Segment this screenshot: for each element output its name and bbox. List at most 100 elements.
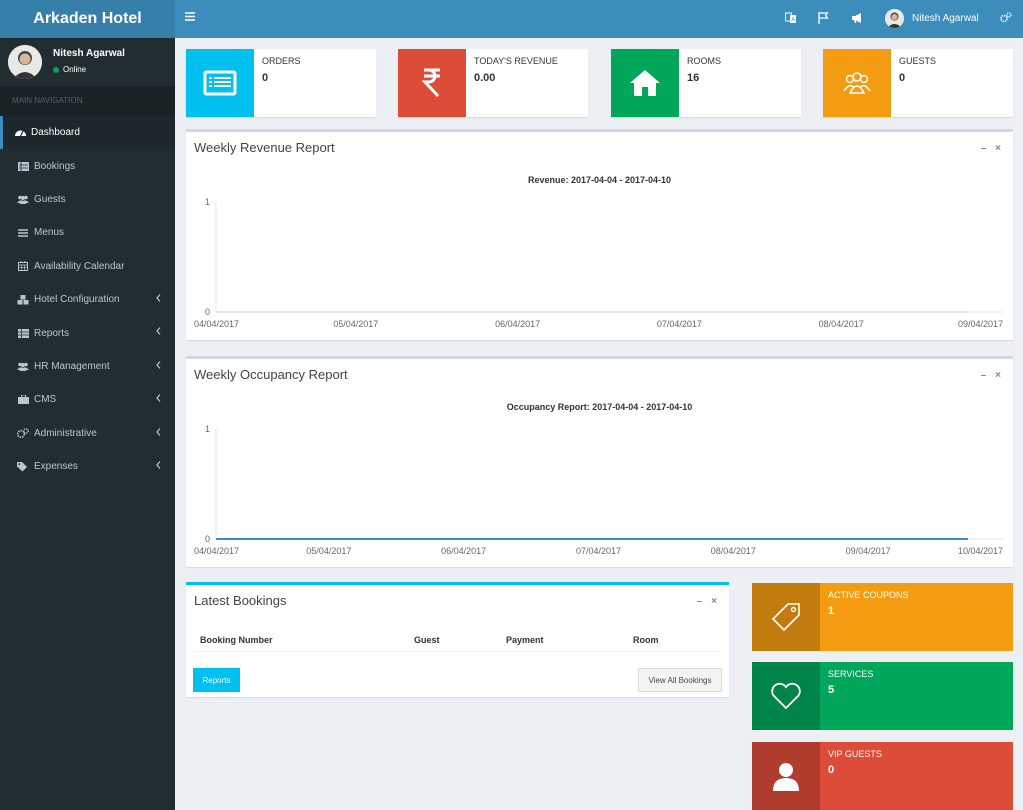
x-tick-label: 08/04/2017 — [819, 319, 864, 329]
group-icon — [823, 49, 891, 117]
sidebar-item-menus[interactable]: Menus — [0, 216, 175, 249]
services-label: SERVICES — [828, 669, 874, 679]
chevron-left-icon — [156, 427, 161, 439]
column-header-room[interactable]: Room — [633, 635, 659, 645]
view-all-bookings-button[interactable]: View All Bookings — [638, 668, 722, 692]
latest-bookings-box: Latest Bookings – × Booking Number Guest… — [186, 582, 729, 697]
sidebar: Arkaden Hotel Nitesh Agarwal Online MAIN… — [0, 0, 175, 810]
list-icon — [17, 160, 29, 172]
sidebar-item-label: Availability Calendar — [34, 260, 125, 272]
revenue-report-box: Weekly Revenue Report – × Revenue: 2017-… — [186, 129, 1013, 340]
sidebar-item-label: Administrative — [34, 427, 97, 439]
online-dot-icon — [53, 66, 59, 73]
services-value: 5 — [828, 684, 835, 696]
user-panel: Nitesh Agarwal Online — [0, 38, 175, 86]
active-coupons-value: 1 — [828, 605, 835, 617]
revenue-info-box[interactable]: TODAY'S REVENUE 0.00 — [398, 49, 588, 117]
x-tick-label: 07/04/2017 — [576, 546, 621, 556]
guests-label: GUESTS — [899, 56, 937, 66]
revenue-value: 0.00 — [474, 72, 496, 84]
guests-value: 0 — [899, 72, 906, 84]
guests-info-box[interactable]: GUESTS 0 — [823, 49, 1013, 117]
bars-icon — [17, 227, 29, 239]
revenue-label: TODAY'S REVENUE — [474, 56, 558, 66]
gears-icon[interactable] — [1000, 12, 1012, 26]
close-icon[interactable]: × — [711, 596, 717, 607]
dashboard-icon — [14, 127, 26, 139]
users-icon — [17, 360, 29, 372]
topbar-user-name: Nitesh Agarwal — [912, 13, 979, 24]
y-tick-label: 1 — [205, 424, 210, 434]
user-icon — [752, 742, 820, 810]
column-header-payment[interactable]: Payment — [506, 635, 544, 645]
user-avatar — [8, 45, 42, 79]
topbar-avatar — [885, 9, 904, 28]
rupee-icon — [398, 49, 466, 117]
revenue-line-chart: 0 1 04/04/2017 05/04/2017 06/04/2017 07/04/20… — [194, 197, 1003, 329]
user-status: Online — [53, 65, 175, 74]
x-tick-label: 05/04/2017 — [306, 546, 351, 556]
sidebar-item-label: Bookings — [34, 160, 76, 172]
column-header-booking-number[interactable]: Booking Number — [200, 635, 273, 645]
y-tick-label: 0 — [205, 534, 210, 544]
x-tick-label: 09/04/2017 — [958, 319, 1003, 329]
sidebar-item-administrative[interactable]: Administrative — [0, 417, 175, 450]
sidebar-item-reports[interactable]: Reports — [0, 316, 175, 349]
reports-button[interactable]: Reports — [193, 668, 240, 692]
flag-icon[interactable] — [818, 12, 830, 27]
topbar-user-menu[interactable]: Nitesh Agarwal — [885, 9, 979, 28]
orders-label: ORDERS — [262, 56, 301, 66]
bullhorn-icon[interactable] — [851, 12, 864, 27]
orders-icon — [186, 49, 254, 117]
sidebar-item-label: CMS — [34, 394, 57, 406]
sidebar-item-label: Hotel Configuration — [34, 294, 120, 306]
box-title: Latest Bookings — [194, 593, 287, 608]
sidebar-item-availability-calendar[interactable]: Availability Calendar — [0, 250, 175, 283]
tags-icon — [17, 461, 29, 473]
heart-icon — [752, 662, 820, 730]
sidebar-item-guests[interactable]: Guests — [0, 183, 175, 216]
sidebar-item-dashboard[interactable]: Dashboard — [0, 116, 175, 150]
sidebar-item-label: Expenses — [34, 461, 78, 473]
rooms-value: 16 — [687, 72, 700, 84]
rooms-info-box[interactable]: ROOMS 16 — [611, 49, 801, 117]
collapse-icon[interactable]: – — [697, 596, 703, 607]
orders-info-box[interactable]: ORDERS 0 — [186, 49, 376, 117]
cogs-icon — [17, 427, 29, 439]
services-box[interactable]: SERVICES 5 — [752, 662, 1013, 730]
chevron-left-icon — [156, 327, 161, 338]
x-tick-label: 04/04/2017 — [194, 546, 239, 556]
hamburger-menu-icon[interactable] — [185, 12, 197, 24]
home-icon — [611, 49, 679, 117]
chevron-left-icon — [156, 294, 161, 305]
chevron-left-icon — [156, 394, 161, 405]
sidebar-item-expenses[interactable]: Expenses — [0, 450, 175, 483]
x-tick-label: 04/04/2017 — [194, 319, 239, 329]
x-tick-label: 07/04/2017 — [657, 319, 702, 329]
rooms-label: ROOMS — [687, 56, 722, 66]
sidebar-item-cms[interactable]: CMS — [0, 383, 175, 416]
sidebar-item-label: Menus — [34, 227, 65, 239]
calendar-icon — [17, 260, 29, 272]
x-tick-label: 08/04/2017 — [711, 546, 756, 556]
language-icon[interactable]: A — [785, 12, 797, 27]
app-logo[interactable]: Arkaden Hotel — [0, 0, 175, 38]
sidebar-item-bookings[interactable]: Bookings — [0, 149, 175, 182]
vip-guests-value: 0 — [828, 764, 835, 776]
active-coupons-label: ACTIVE COUPONS — [828, 590, 909, 600]
user-status-label: Online — [63, 65, 87, 74]
box-tools: – × — [697, 596, 717, 607]
occupancy-report-box: Weekly Occupancy Report – × Occupancy Re… — [186, 356, 1013, 567]
sidebar-item-hotel-configuration[interactable]: Hotel Configuration — [0, 283, 175, 316]
cubes-icon — [17, 294, 29, 306]
y-tick-label: 1 — [205, 197, 210, 207]
table-icon — [17, 327, 29, 339]
briefcase-icon — [17, 394, 29, 406]
svg-text:A: A — [791, 18, 795, 24]
column-header-guest[interactable]: Guest — [414, 635, 440, 645]
user-name: Nitesh Agarwal — [53, 48, 125, 59]
active-coupons-box[interactable]: ACTIVE COUPONS 1 — [752, 583, 1013, 651]
sidebar-item-hr-management[interactable]: HR Management — [0, 350, 175, 383]
tag-icon — [752, 583, 820, 651]
vip-guests-box[interactable]: VIP GUESTS 0 — [752, 742, 1013, 810]
